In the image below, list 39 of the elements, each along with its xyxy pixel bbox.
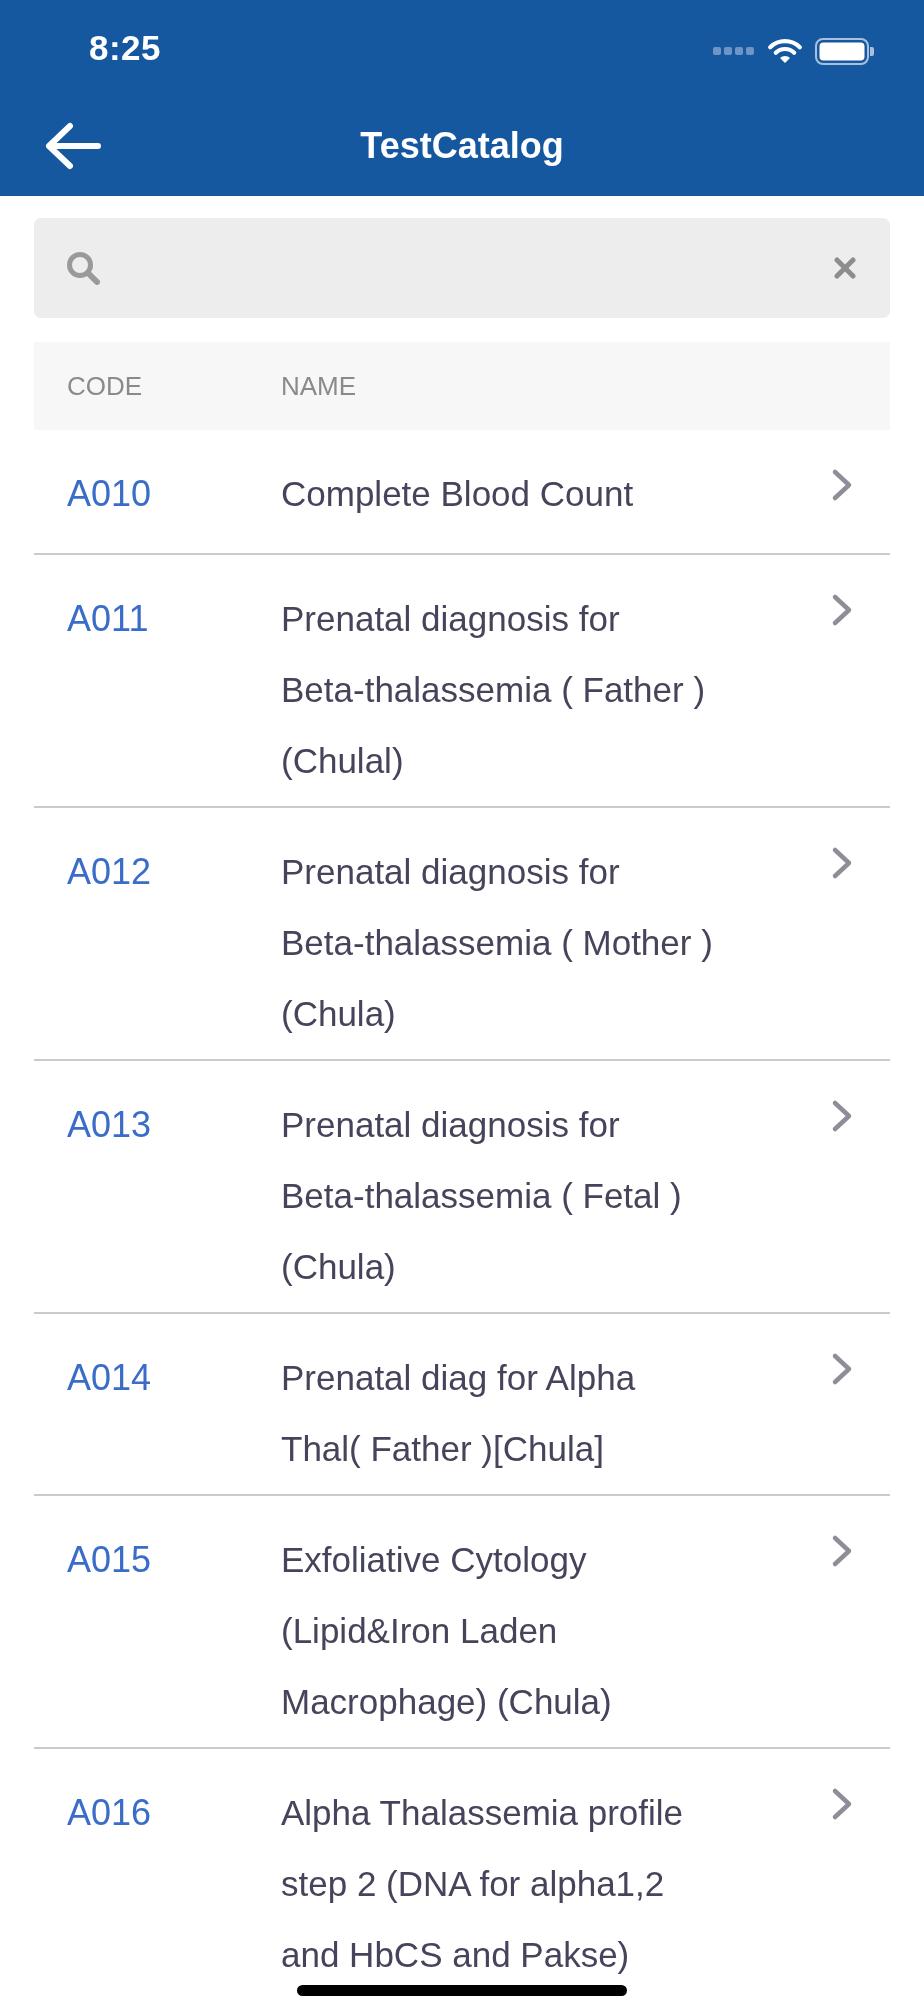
chevron-right-icon <box>831 593 853 627</box>
catalog-row[interactable]: A010 Complete Blood Count <box>34 430 890 555</box>
status-time: 8:25 <box>89 28 162 68</box>
catalog-row[interactable]: A014 Prenatal diag for Alpha Thal( Father )[Chula] <box>34 1314 890 1496</box>
column-header: CODE <box>67 371 144 401</box>
chevron-right-icon <box>831 1099 853 1133</box>
search-icon <box>66 251 100 285</box>
test-name: Exfoliative Cytology (Lipid&Iron Laden Macrophage) (Chula) <box>281 1539 613 1723</box>
chevron-right-icon <box>831 1534 853 1568</box>
close-icon <box>834 257 856 279</box>
catalog-row[interactable]: A011 Prenatal diagnosis for Beta-thalassemia ( Father ) (Chulal) <box>34 555 890 808</box>
test-name: Alpha Thalassemia profile step 2 (DNA for alpha1,2 and HbCS and Pakse) <box>281 1792 685 1976</box>
test-code: A016 <box>67 1791 153 1835</box>
search-field[interactable] <box>34 218 890 318</box>
chevron-right-icon <box>831 468 853 502</box>
test-code: A013 <box>67 1103 153 1147</box>
chevron-right-icon <box>831 846 853 880</box>
test-name: Prenatal diagnosis for Beta-thalassemia ( Mother ) (Chula) <box>281 851 714 1035</box>
column-header: NAME <box>281 371 357 401</box>
test-code: A014 <box>67 1356 153 1400</box>
test-code: A011 <box>67 597 150 641</box>
wifi-icon <box>767 38 803 64</box>
catalog-row[interactable]: A012 Prenatal diagnosis for Beta-thalassemia ( Mother ) (Chula) <box>34 808 890 1061</box>
test-name: Prenatal diagnosis for Beta-thalassemia ( Father ) (Chulal) <box>281 598 707 782</box>
screen-title: TestCatalog <box>360 124 564 168</box>
catalog-row[interactable]: A015 Exfoliative Cytology (Lipid&Iron Laden Macrophage) (Chula) <box>34 1496 890 1749</box>
signal-icon <box>713 46 755 56</box>
chevron-right-icon <box>831 1787 853 1821</box>
back-arrow-icon <box>44 122 102 170</box>
test-name: Prenatal diagnosis for Beta-thalassemia ( Fetal ) (Chula) <box>281 1104 683 1288</box>
test-name: Complete Blood Count <box>281 473 635 515</box>
catalog-row[interactable]: A013 Prenatal diagnosis for Beta-thalassemia ( Fetal ) (Chula) <box>34 1061 890 1314</box>
test-code: A015 <box>67 1538 153 1582</box>
chevron-right-icon <box>831 1352 853 1386</box>
battery-icon <box>815 37 875 65</box>
test-name: Prenatal diag for Alpha Thal( Father )[Chula] <box>281 1357 637 1470</box>
test-code: A012 <box>67 850 153 894</box>
test-code: A010 <box>67 472 153 516</box>
back-button[interactable] <box>44 122 102 170</box>
